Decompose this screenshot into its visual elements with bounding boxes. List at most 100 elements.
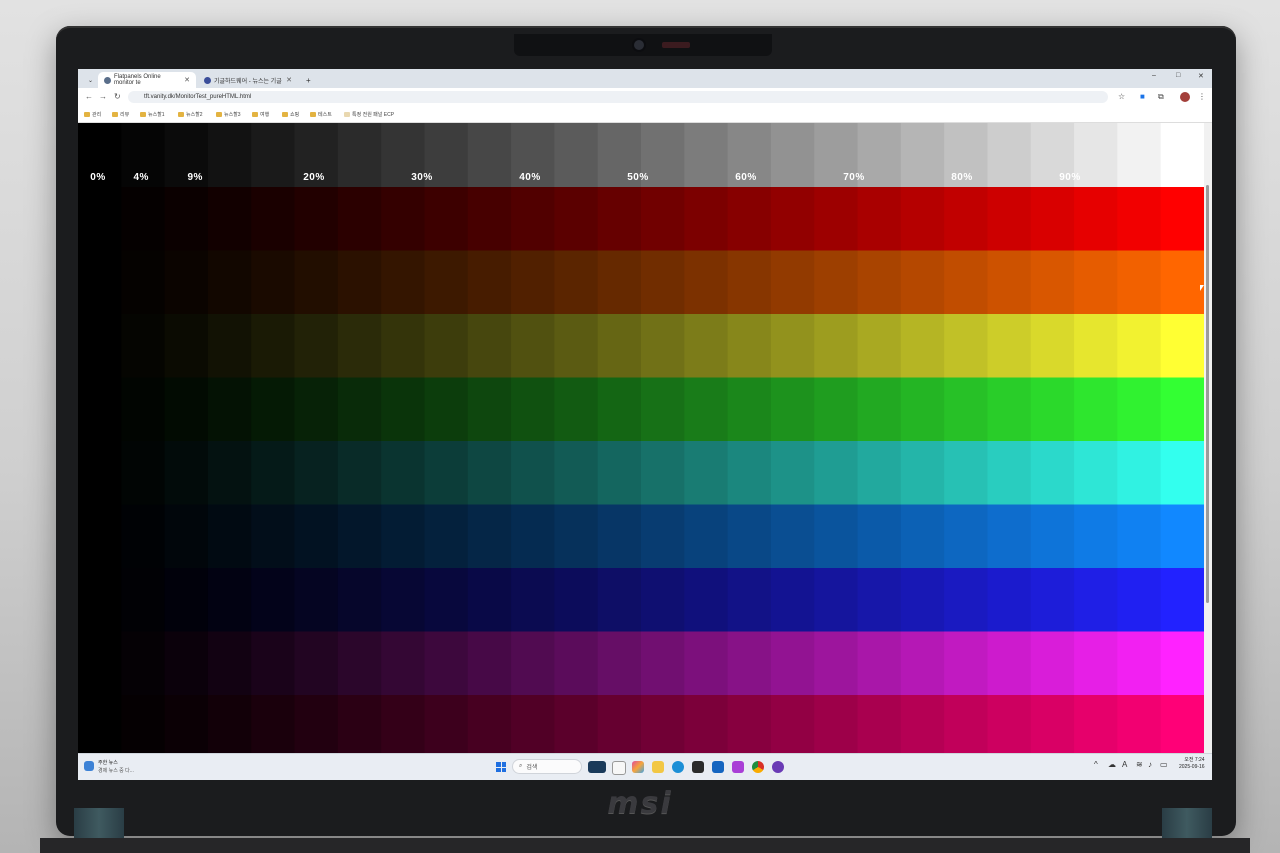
ramp-cell-cyan-1 — [121, 441, 166, 505]
folder-icon — [84, 112, 90, 117]
ramp-cell-indigo-11 — [554, 568, 599, 632]
ramp-cell-rose-11 — [554, 695, 599, 759]
monitor-test-page: 0% 4% 9% 20% 30% 40% 50% 60% 70% 80% 90% 100% — [78, 123, 1205, 759]
new-tab-button[interactable]: + — [300, 72, 314, 88]
ramp-cell-rose-18 — [857, 695, 902, 759]
percent-label: 50% — [627, 172, 649, 183]
ramp-cell-orange-5 — [294, 250, 339, 314]
weather-app-icon[interactable] — [588, 761, 606, 773]
search-icon: ⌕ — [519, 763, 523, 769]
ramp-cell-indigo-24 — [1117, 568, 1162, 632]
ramp-cell-magenta-4 — [251, 631, 296, 695]
battery-icon[interactable]: ▭ — [1160, 760, 1168, 769]
ramp-cell-magenta-19 — [900, 631, 945, 695]
bookmark-star-icon[interactable]: ☆ — [1118, 92, 1125, 101]
store-icon[interactable] — [692, 761, 704, 773]
ramp-cell-blue-5 — [294, 504, 339, 568]
ramp-cell-blue-3 — [207, 504, 252, 568]
menu-kebab-icon[interactable]: ⋮ — [1198, 92, 1206, 101]
file-explorer-icon[interactable] — [652, 761, 664, 773]
minimize-button[interactable]: – — [1152, 72, 1156, 79]
close-window-button[interactable]: ✕ — [1198, 72, 1204, 80]
news-widget[interactable]: 주한 뉴스 경제 뉴스 중 다... — [84, 758, 164, 778]
ramp-cell-green-4 — [251, 377, 296, 441]
folder-icon — [178, 112, 184, 117]
ramp-cell-gray-3 — [207, 123, 252, 187]
extension-icon[interactable]: ■ — [1140, 92, 1145, 101]
bookmark-folder[interactable]: 뉴스할3 — [216, 111, 241, 118]
folder-icon — [216, 112, 222, 117]
bookmark-folder[interactable]: 리뷰 — [112, 111, 129, 118]
bookmark-folder[interactable]: 여행 — [252, 111, 269, 118]
forward-arrow-icon[interactable]: → — [99, 92, 107, 101]
system-clock[interactable]: 오전 7:24 2025-09-16 — [1179, 757, 1205, 771]
chrome-icon[interactable] — [752, 761, 764, 773]
ramp-cell-green-9 — [467, 377, 512, 441]
ramp-cell-blue-18 — [857, 504, 902, 568]
bookmark-folder[interactable]: 쇼핑 — [282, 111, 299, 118]
bookmark-folder[interactable]: 뉴스할1 — [140, 111, 165, 118]
ramp-cell-rose-10 — [511, 695, 555, 759]
ramp-cell-blue-21 — [987, 504, 1032, 568]
task-view-icon[interactable] — [612, 761, 626, 775]
ramp-cell-gray-11 — [554, 123, 599, 187]
address-bar[interactable]: tft.vanity.dk/MonitorTest_pureHTML.html — [128, 91, 1108, 103]
ramp-cell-red-11 — [554, 187, 599, 251]
tab-gigglehardware[interactable]: 기글하드웨어 - 뉴스는 기글 ✕ — [198, 72, 298, 88]
copilot-icon[interactable] — [632, 761, 644, 773]
ramp-cell-green-13 — [641, 377, 685, 441]
ramp-cell-orange-1 — [121, 250, 166, 314]
volume-icon[interactable]: ♪ — [1148, 760, 1152, 769]
ramp-cell-indigo-2 — [164, 568, 209, 632]
puzzle-icon[interactable]: ⧉ — [1158, 92, 1164, 102]
scrollbar-thumb[interactable] — [1206, 185, 1209, 603]
page-scrollbar[interactable] — [1204, 123, 1212, 753]
language-icon[interactable]: A — [1122, 760, 1127, 769]
edge-browser-icon[interactable] — [672, 761, 684, 773]
ramp-cell-cyan-19 — [900, 441, 945, 505]
ramp-cell-cyan-21 — [987, 441, 1032, 505]
percent-label: 40% — [519, 172, 541, 183]
ramp-cell-green-6 — [337, 377, 382, 441]
ramp-cell-yellow-2 — [164, 314, 209, 378]
ramp-cell-cyan-14 — [684, 441, 729, 505]
tab-flatpanels[interactable]: Flatpanels Online monitor te ✕ — [98, 72, 196, 88]
tab-search-button[interactable]: ⌄ — [82, 72, 96, 88]
ramp-cell-green-25 — [1160, 377, 1205, 441]
cloud-icon[interactable]: ☁ — [1108, 760, 1116, 769]
ramp-cell-green-3 — [207, 377, 252, 441]
ramp-cell-red-22 — [1030, 187, 1075, 251]
app-icon[interactable] — [732, 761, 744, 773]
ramp-cell-green-23 — [1074, 377, 1118, 441]
ramp-cell-blue-23 — [1074, 504, 1118, 568]
bookmark-folder[interactable]: 뉴스할2 — [178, 111, 203, 118]
ramp-cell-indigo-9 — [467, 568, 512, 632]
chevron-up-icon[interactable]: ^ — [1094, 760, 1098, 769]
ramp-cell-magenta-18 — [857, 631, 902, 695]
reload-icon[interactable]: ↻ — [114, 92, 121, 101]
maximize-button[interactable]: □ — [1176, 72, 1180, 79]
outlook-icon[interactable] — [712, 761, 724, 773]
taskbar-search-box[interactable]: ⌕ 검색 — [512, 759, 582, 774]
profile-avatar[interactable] — [1180, 92, 1190, 102]
bookmark-folder[interactable]: 관리 — [84, 111, 101, 118]
ramp-cell-rose-7 — [381, 695, 426, 759]
windows-start-icon[interactable] — [496, 762, 506, 772]
ramp-cell-yellow-8 — [424, 314, 469, 378]
close-tab-icon[interactable]: ✕ — [286, 76, 292, 84]
ramp-cell-rose-13 — [641, 695, 685, 759]
back-arrow-icon[interactable]: ← — [85, 92, 93, 101]
ramp-cell-indigo-18 — [857, 568, 902, 632]
bookmark-folder[interactable]: 테스트 — [310, 111, 332, 118]
url-text: tft.vanity.dk/MonitorTest_pureHTML.html — [144, 94, 252, 100]
folder-icon — [282, 112, 288, 117]
close-tab-icon[interactable]: ✕ — [184, 76, 190, 84]
ramp-cell-orange-13 — [641, 250, 685, 314]
ramp-cell-green-11 — [554, 377, 599, 441]
ramp-cell-cyan-23 — [1074, 441, 1118, 505]
app-icon[interactable] — [772, 761, 784, 773]
bookmark-link[interactable]: 특정 전원 패널 ECP — [344, 111, 394, 118]
wifi-icon[interactable]: ≋ — [1136, 760, 1143, 769]
percent-label: 70% — [843, 172, 865, 183]
percent-label: 9% — [187, 172, 203, 183]
